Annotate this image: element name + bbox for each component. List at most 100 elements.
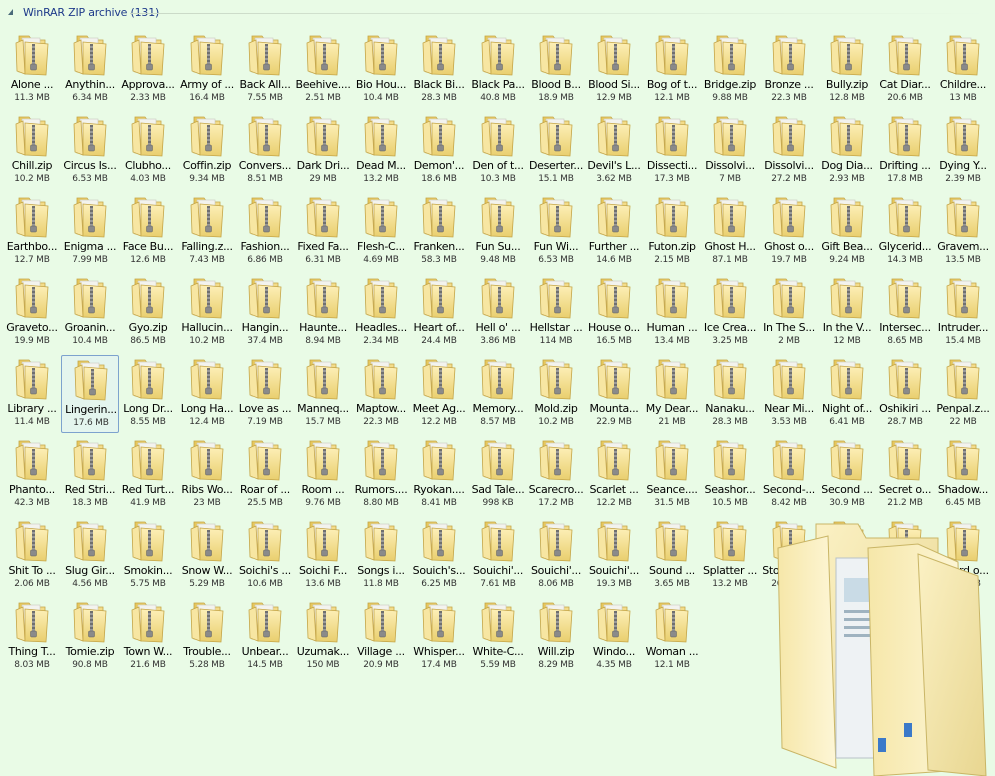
file-item[interactable]: Gravem... 13.5 MB xyxy=(934,193,992,271)
file-item[interactable]: House o... 16.5 MB xyxy=(585,274,643,352)
file-item[interactable]: Scarecro... 17.2 MB xyxy=(527,436,585,514)
file-item[interactable]: Sad Tale... 998 KB xyxy=(469,436,527,514)
file-item[interactable]: Army of ... 16.4 MB xyxy=(178,31,236,109)
file-item[interactable]: Second-... 8.42 MB xyxy=(760,436,818,514)
file-item[interactable]: Headles... 2.34 MB xyxy=(352,274,410,352)
file-item[interactable]: Uzumak... 150 MB xyxy=(294,598,352,676)
file-item[interactable]: Tomie.zip 90.8 MB xyxy=(61,598,119,676)
file-item[interactable]: Soichi F... 13.6 MB xyxy=(294,517,352,595)
file-item[interactable]: Hallucin... 10.2 MB xyxy=(178,274,236,352)
file-item[interactable]: Circus Is... 6.53 MB xyxy=(61,112,119,190)
file-item[interactable]: Enigma ... 7.99 MB xyxy=(61,193,119,271)
file-item[interactable]: Roar of ... 25.5 MB xyxy=(236,436,294,514)
file-item[interactable]: My Dear... 21 MB xyxy=(643,355,701,433)
file-item[interactable]: Bog of t... 12.1 MB xyxy=(643,31,701,109)
file-item[interactable]: Coffin.zip 9.34 MB xyxy=(178,112,236,190)
file-item[interactable]: Sound ... 3.65 MB xyxy=(643,517,701,595)
file-item[interactable]: Love as ... 7.19 MB xyxy=(236,355,294,433)
file-item[interactable]: Soichi's ... 10.6 MB xyxy=(236,517,294,595)
file-item[interactable]: Ribs Wo... 23 MB xyxy=(178,436,236,514)
file-item[interactable]: Ghost o... 19.7 MB xyxy=(760,193,818,271)
file-item[interactable]: Will.zip 8.29 MB xyxy=(527,598,585,676)
file-item[interactable]: Manneq... 15.7 MB xyxy=(294,355,352,433)
file-item[interactable]: Blood B... 18.9 MB xyxy=(527,31,585,109)
file-item[interactable]: Mounta... 22.9 MB xyxy=(585,355,643,433)
file-item[interactable]: Drifting ... 17.8 MB xyxy=(876,112,934,190)
file-item[interactable]: Black Pa... 40.8 MB xyxy=(469,31,527,109)
file-item[interactable]: Memory... 8.57 MB xyxy=(469,355,527,433)
file-item[interactable]: Glycerid... 14.3 MB xyxy=(876,193,934,271)
file-item[interactable]: Rumors.... 8.80 MB xyxy=(352,436,410,514)
file-item[interactable]: Devil's L... 3.62 MB xyxy=(585,112,643,190)
file-item[interactable]: Deserter... 15.1 MB xyxy=(527,112,585,190)
file-item[interactable]: Gyo.zip 86.5 MB xyxy=(119,274,177,352)
file-item[interactable]: Falling.z... 7.43 MB xyxy=(178,193,236,271)
file-item[interactable]: Souichi'... 8.06 MB xyxy=(527,517,585,595)
file-item[interactable]: Bully.zip 12.8 MB xyxy=(818,31,876,109)
file-item[interactable]: Shit To ... 2.06 MB xyxy=(3,517,61,595)
file-item[interactable]: Mold.zip 10.2 MB xyxy=(527,355,585,433)
file-item[interactable]: Fashion... 6.86 MB xyxy=(236,193,294,271)
file-item[interactable]: Night of... 6.41 MB xyxy=(818,355,876,433)
file-item[interactable]: Convers... 8.51 MB xyxy=(236,112,294,190)
file-item[interactable]: Red Stri... 18.3 MB xyxy=(61,436,119,514)
file-item[interactable]: Long Dr... 8.55 MB xyxy=(119,355,177,433)
file-item[interactable]: Approva... 2.33 MB xyxy=(119,31,177,109)
file-item[interactable]: Graveto... 19.9 MB xyxy=(3,274,61,352)
file-item[interactable]: Seashor... 10.5 MB xyxy=(701,436,759,514)
file-item[interactable]: Shadow... 6.45 MB xyxy=(934,436,992,514)
file-item[interactable]: Dead M... 13.2 MB xyxy=(352,112,410,190)
file-item[interactable]: Phanto... 42.3 MB xyxy=(3,436,61,514)
file-item[interactable]: Demon'... 18.6 MB xyxy=(410,112,468,190)
file-item[interactable]: Anythin... 6.34 MB xyxy=(61,31,119,109)
file-item[interactable]: Library ... 11.4 MB xyxy=(3,355,61,433)
file-item[interactable]: Back All... 7.55 MB xyxy=(236,31,294,109)
file-item[interactable]: Bronze ... 22.3 MB xyxy=(760,31,818,109)
file-item[interactable]: Lingerin... 17.6 MB xyxy=(61,355,119,433)
file-item[interactable]: Blood Si... 12.9 MB xyxy=(585,31,643,109)
file-item[interactable]: Snow W... 5.29 MB xyxy=(178,517,236,595)
file-item[interactable]: Bridge.zip 9.88 MB xyxy=(701,31,759,109)
file-item[interactable]: Futon.zip 2.15 MB xyxy=(643,193,701,271)
file-item[interactable]: Intersec... 8.65 MB xyxy=(876,274,934,352)
file-item[interactable]: Village ... 20.9 MB xyxy=(352,598,410,676)
file-item[interactable]: Beehive.... 2.51 MB xyxy=(294,31,352,109)
file-item[interactable]: Dying Y... 2.39 MB xyxy=(934,112,992,190)
file-item[interactable]: Souichi'... 19.3 MB xyxy=(585,517,643,595)
file-item[interactable]: Groanin... 10.4 MB xyxy=(61,274,119,352)
file-item[interactable]: Seance.... 31.5 MB xyxy=(643,436,701,514)
file-item[interactable]: Near Mi... 3.53 MB xyxy=(760,355,818,433)
file-item[interactable]: Room ... 9.76 MB xyxy=(294,436,352,514)
file-item[interactable]: Souich's... 6.25 MB xyxy=(410,517,468,595)
file-item[interactable]: Splatter ... 13.2 MB xyxy=(701,517,759,595)
file-item[interactable]: Haunte... 8.94 MB xyxy=(294,274,352,352)
file-item[interactable]: Hangin... 37.4 MB xyxy=(236,274,294,352)
file-item[interactable]: Dissecti... 17.3 MB xyxy=(643,112,701,190)
file-item[interactable]: Red Turt... 41.9 MB xyxy=(119,436,177,514)
file-item[interactable]: Black Bi... 28.3 MB xyxy=(410,31,468,109)
file-item[interactable]: Further ... 14.6 MB xyxy=(585,193,643,271)
file-item[interactable]: Ryokan.... 8.41 MB xyxy=(410,436,468,514)
file-item[interactable]: Intruder... 15.4 MB xyxy=(934,274,992,352)
file-item[interactable]: Fixed Fa... 6.31 MB xyxy=(294,193,352,271)
file-item[interactable]: Dark Dri... 29 MB xyxy=(294,112,352,190)
file-item[interactable]: Den of t... 10.3 MB xyxy=(469,112,527,190)
file-item[interactable]: In The S... 2 MB xyxy=(760,274,818,352)
file-item[interactable]: Dog Dia... 2.93 MB xyxy=(818,112,876,190)
file-item[interactable]: Songs i... 11.8 MB xyxy=(352,517,410,595)
file-item[interactable]: Chill.zip 10.2 MB xyxy=(3,112,61,190)
file-item[interactable]: Dissolvi... 27.2 MB xyxy=(760,112,818,190)
file-item[interactable]: Fun Su... 9.48 MB xyxy=(469,193,527,271)
file-item[interactable]: Long Ha... 12.4 MB xyxy=(178,355,236,433)
file-item[interactable]: Whisper... 17.4 MB xyxy=(410,598,468,676)
file-item[interactable]: Human ... 13.4 MB xyxy=(643,274,701,352)
file-item[interactable]: Hellstar ... 114 MB xyxy=(527,274,585,352)
file-item[interactable]: Slug Gir... 4.56 MB xyxy=(61,517,119,595)
file-item[interactable]: Second ... 30.9 MB xyxy=(818,436,876,514)
file-item[interactable]: Scarlet ... 12.2 MB xyxy=(585,436,643,514)
file-item[interactable]: Fun Wi... 6.53 MB xyxy=(527,193,585,271)
file-item[interactable]: Souichi'... 7.61 MB xyxy=(469,517,527,595)
file-item[interactable]: Windo... 4.35 MB xyxy=(585,598,643,676)
file-item[interactable]: In the V... 12 MB xyxy=(818,274,876,352)
file-item[interactable]: Nanaku... 28.3 MB xyxy=(701,355,759,433)
